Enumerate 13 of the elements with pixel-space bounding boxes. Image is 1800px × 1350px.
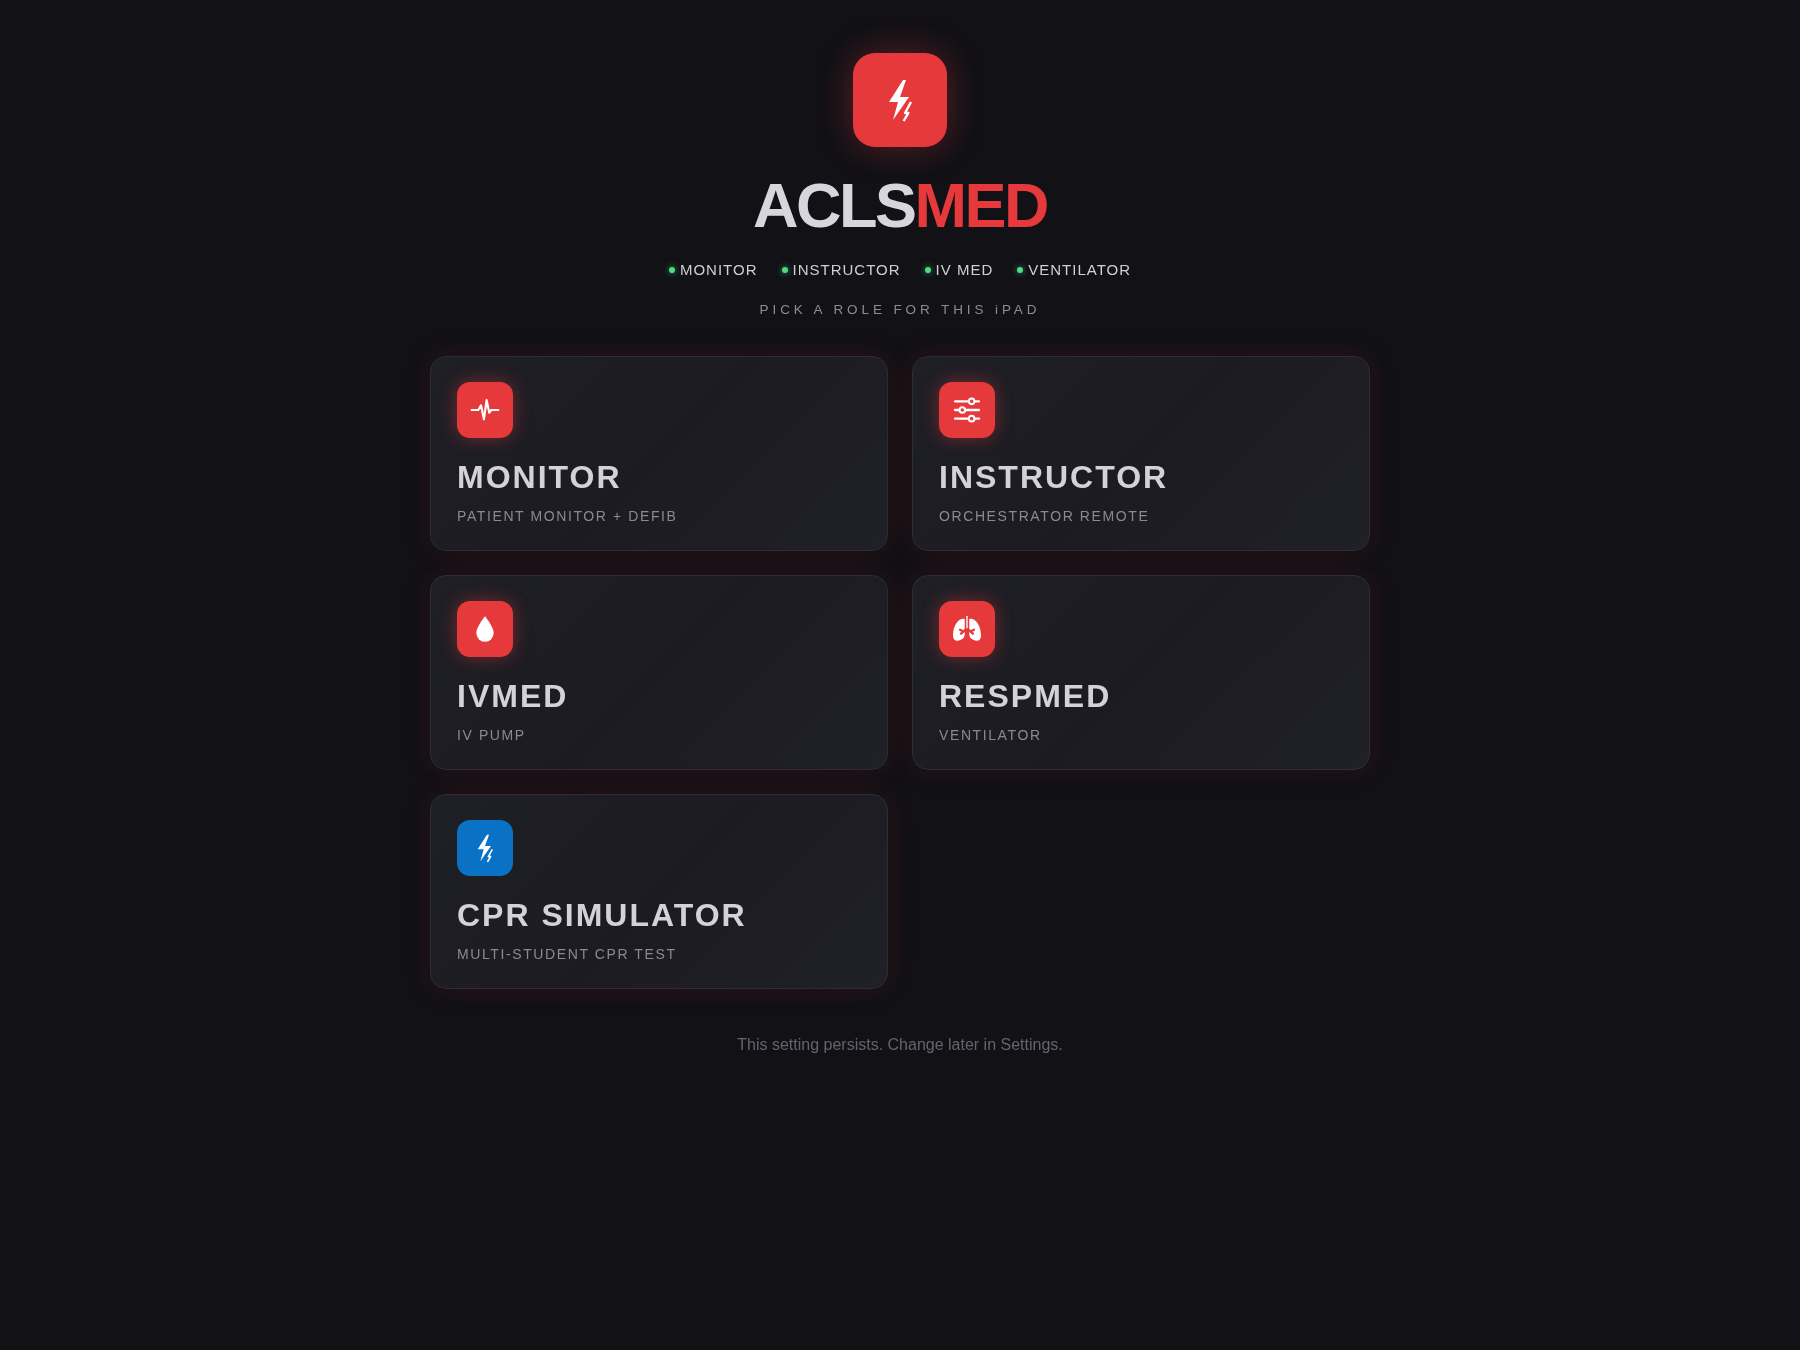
role-card[interactable]: INSTRUCTOR ORCHESTRATOR REMOTE [912,356,1370,551]
role-card[interactable]: RESPMED VENTILATOR [912,575,1370,770]
app-title: ACLSMED [753,169,1047,241]
footer-note: This setting persists. Change later in Settings. [737,1035,1063,1055]
lightning-bolt-icon [853,53,947,147]
role-card[interactable]: CPR SIMULATOR MULTI-STUDENT CPR TEST [430,794,888,989]
role-card[interactable]: MONITOR PATIENT MONITOR + DEFIB [430,356,888,551]
status-label: IV MED [935,260,994,280]
status-label: MONITOR [679,260,758,280]
status-label: VENTILATOR [1028,260,1132,280]
prompt-text: PICK A ROLE FOR THIS iPAD [759,301,1041,319]
status-label: INSTRUCTOR [792,260,901,280]
role-card[interactable]: IVMED IV PUMP [430,575,888,770]
